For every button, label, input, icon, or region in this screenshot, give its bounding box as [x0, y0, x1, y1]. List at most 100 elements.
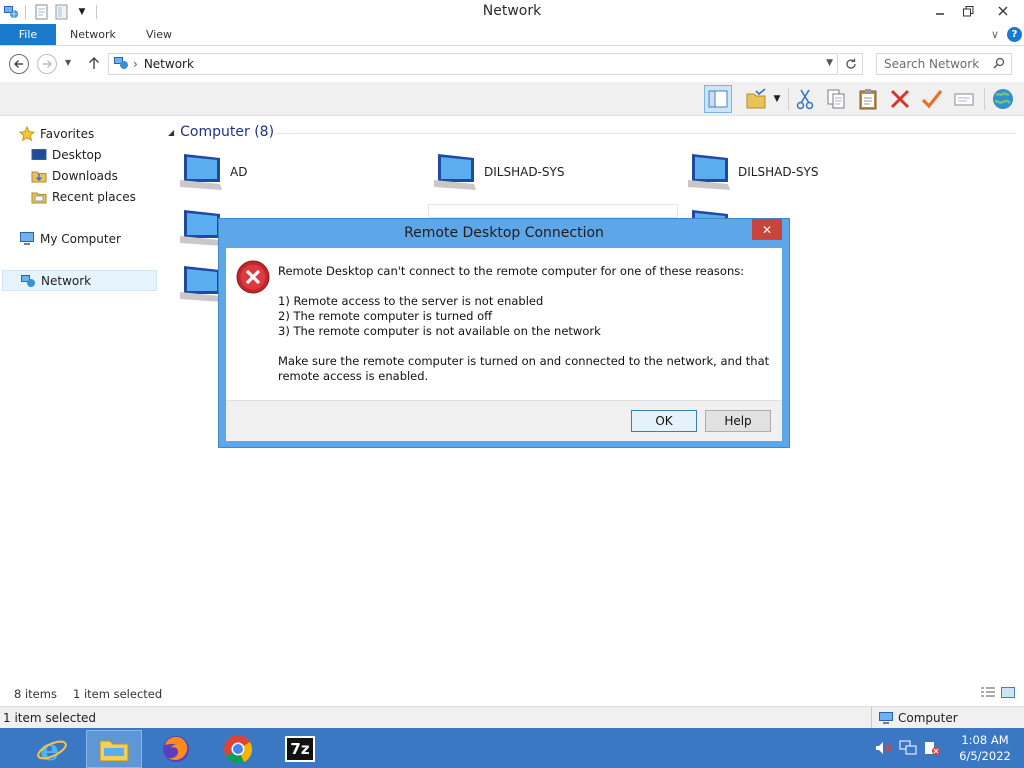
minimize-button[interactable]	[926, 0, 954, 22]
volume-muted-icon[interactable]	[874, 738, 894, 758]
items-count: 8 items	[14, 687, 57, 701]
firefox-icon	[163, 736, 189, 762]
status-bar: 8 items 1 item selected	[0, 684, 1024, 704]
dialog-intro: Remote Desktop can't connect to the remo…	[278, 264, 745, 278]
ribbon-right: ∨ ?	[991, 27, 1022, 42]
tab-network[interactable]: Network	[56, 24, 131, 45]
details-view-icon[interactable]	[980, 686, 996, 703]
dialog-close-button[interactable]: ✕	[752, 219, 782, 240]
nav-network[interactable]: Network	[2, 270, 157, 291]
cut-icon[interactable]	[791, 85, 819, 113]
toolbar-separator	[788, 88, 789, 110]
dialog-body: Remote Desktop can't connect to the remo…	[226, 248, 782, 400]
command-toolbar: ▼	[0, 82, 1024, 116]
computer-name: DILSHAD-SYS	[738, 165, 819, 179]
collapse-group-icon[interactable]: ◢	[168, 128, 174, 137]
address-bar[interactable]: › Network ▼	[108, 53, 838, 75]
clock-time: 1:08 AM	[961, 733, 1009, 747]
dialog-title: Remote Desktop Connection	[404, 225, 604, 241]
computer-item[interactable]: DILSHAD-SYS	[686, 152, 818, 192]
dialog-reason-1: 1) Remote access to the server is not en…	[278, 294, 544, 308]
taskbar-7zip[interactable]: 7z	[272, 730, 328, 768]
system-tray: 1:08 AM 6/5/2022	[874, 728, 1024, 768]
view-switcher	[980, 686, 1016, 703]
help-button[interactable]: Help	[705, 410, 771, 432]
computer-monitor-icon	[180, 154, 222, 190]
clock-date: 6/5/2022	[959, 749, 1011, 763]
remote-desktop-error-dialog: Remote Desktop Connection ✕ Remote Deskt…	[218, 218, 790, 448]
dialog-footer: OK Help	[226, 400, 782, 441]
computer-item[interactable]: DILSHAD-SYS	[432, 152, 564, 192]
details-info-bar: 1 item selected Computer	[0, 706, 1024, 729]
clock[interactable]: 1:08 AM 6/5/2022	[946, 732, 1024, 764]
checkmark-icon[interactable]	[918, 85, 946, 113]
dialog-reason-3: 3) The remote computer is not available …	[278, 324, 601, 338]
zone-computer-icon	[878, 711, 894, 725]
computer-item[interactable]: AD	[178, 152, 247, 192]
toolbar-separator	[984, 88, 985, 110]
taskbar-firefox[interactable]	[148, 730, 204, 768]
rename-icon[interactable]	[950, 85, 978, 113]
7zip-icon: 7z	[285, 736, 315, 762]
computer-monitor-icon	[688, 154, 730, 190]
folder-options-dropdown-icon[interactable]: ▼	[768, 85, 786, 113]
ok-button[interactable]: OK	[631, 410, 697, 432]
taskbar-internet-explorer[interactable]: e	[24, 730, 80, 768]
copy-icon[interactable]	[822, 85, 850, 113]
forward-button[interactable]	[37, 54, 57, 74]
nav-downloads-label: Downloads	[52, 168, 118, 183]
breadcrumb-network[interactable]: Network	[144, 57, 194, 71]
recent-locations-icon[interactable]: ▼	[65, 58, 71, 67]
nav-favorites[interactable]: Favorites	[18, 123, 157, 144]
nav-downloads[interactable]: Downloads	[30, 165, 157, 186]
ribbon-tabs: File Network View ∨ ?	[0, 24, 1024, 46]
nav-favorites-label: Favorites	[40, 126, 95, 141]
file-explorer-icon	[99, 740, 129, 762]
help-icon[interactable]: ?	[1007, 27, 1022, 42]
folder-options-icon[interactable]	[742, 85, 770, 113]
group-title: Computer (8)	[180, 124, 275, 140]
selected-count: 1 item selected	[73, 687, 163, 701]
delete-icon[interactable]	[886, 85, 914, 113]
address-dropdown-icon[interactable]: ▼	[826, 58, 833, 68]
action-center-icon[interactable]	[922, 738, 942, 758]
network-status-icon[interactable]	[898, 738, 918, 758]
paste-icon[interactable]	[854, 85, 882, 113]
nav-recent-places-label: Recent places	[52, 189, 136, 204]
nav-desktop[interactable]: Desktop	[30, 144, 157, 165]
nav-desktop-label: Desktop	[52, 147, 102, 162]
computer-icon	[18, 231, 36, 247]
internet-explorer-icon: e	[37, 733, 67, 765]
computer-item-selected[interactable]	[428, 204, 678, 218]
info-selected: 1 item selected	[3, 710, 97, 725]
taskbar-chrome[interactable]	[210, 730, 266, 768]
globe-icon[interactable]	[989, 85, 1017, 113]
back-button[interactable]	[9, 54, 29, 74]
dialog-advice: Make sure the remote computer is turned …	[278, 354, 770, 383]
network-icon	[19, 273, 37, 289]
network-location-icon	[113, 56, 129, 73]
nav-recent-places[interactable]: Recent places	[30, 186, 157, 207]
restore-button[interactable]	[954, 0, 982, 22]
window-controls	[926, 0, 1024, 22]
taskbar-file-explorer[interactable]	[86, 730, 142, 768]
up-button[interactable]	[88, 56, 100, 73]
search-icon[interactable]	[993, 57, 1005, 72]
refresh-button[interactable]	[839, 53, 863, 75]
expand-ribbon-icon[interactable]: ∨	[991, 28, 999, 41]
tab-view[interactable]: View	[131, 24, 187, 45]
tab-file[interactable]: File	[0, 24, 56, 45]
nav-network-label: Network	[41, 273, 92, 288]
preview-pane-button[interactable]	[704, 85, 732, 113]
breadcrumb-separator[interactable]: ›	[133, 57, 138, 71]
title-bar: ▼ Network	[0, 0, 1024, 24]
dialog-reason-2: 2) The remote computer is turned off	[278, 309, 493, 323]
recent-places-icon	[30, 189, 48, 205]
nav-my-computer[interactable]: My Computer	[18, 228, 157, 249]
close-button[interactable]	[982, 0, 1024, 22]
star-icon	[18, 125, 36, 142]
group-header-computer[interactable]: ◢ Computer (8)	[168, 124, 274, 140]
large-icons-view-icon[interactable]	[1000, 686, 1016, 703]
search-input[interactable]: Search Network	[876, 53, 1012, 75]
dialog-message: Remote Desktop can't connect to the remo…	[278, 264, 778, 384]
